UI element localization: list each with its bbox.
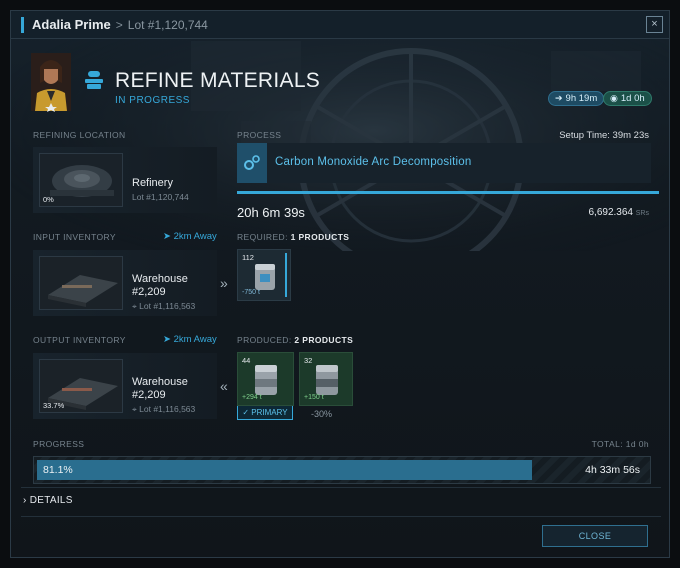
sr-value: 6,692.364 SRs [588, 207, 649, 218]
refinery-name: Refinery [132, 177, 173, 189]
progress-label: PROGRESS [33, 439, 85, 449]
crew-bell-icon: ◉ [610, 93, 618, 103]
produced-item-2-count: 32 [304, 356, 313, 365]
input-inventory-label: INPUT INVENTORY [33, 232, 116, 242]
required-item-indicator [285, 253, 287, 297]
required-label: REQUIRED: 1 PRODUCTS [237, 232, 349, 242]
divider-top [21, 487, 661, 488]
produced-item-1-amount: +294 t [242, 394, 262, 401]
input-warehouse-lot: ⌖ Lot #1,116,563 [132, 301, 195, 312]
details-label: DETAILS [29, 495, 73, 506]
location-arrow-icon: ➤ [163, 334, 174, 345]
crew-avatar [31, 53, 71, 112]
required-count: 1 PRODUCTS [290, 232, 350, 242]
warehouse-image [40, 257, 122, 309]
secondary-output-percent: -30% [311, 409, 333, 419]
output-away: ➤ 2km Away [163, 334, 217, 345]
time-badge-total: ◉ 1d 0h [603, 91, 652, 106]
refinery-card[interactable]: 0% Refinery Lot #1,120,744 [33, 147, 217, 213]
canister-icon [255, 264, 275, 290]
arrow-right-icon: ➔ [555, 93, 563, 103]
badge-remaining-value: 9h 19m [565, 93, 598, 104]
input-warehouse-card[interactable]: Warehouse #2,209 ⌖ Lot #1,116,563 [33, 250, 217, 316]
input-away-text: 2km Away [173, 231, 217, 242]
badge-total-value: 1d 0h [620, 93, 645, 104]
window-titlebar: Adalia Prime > Lot #1,120,744 × [11, 11, 669, 39]
output-thumb-percent: 33.7% [43, 401, 65, 410]
chevron-right-icon: › [23, 495, 30, 506]
refinery-lot: Lot #1,120,744 [132, 192, 189, 202]
process-divider-bar [237, 191, 659, 194]
details-toggle[interactable]: › DETAILS [23, 495, 73, 506]
canister-icon [255, 365, 277, 395]
process-name: Carbon Monoxide Arc Decomposition [275, 156, 472, 168]
page-title: REFINE MATERIALS [115, 69, 321, 92]
crew-role-icon [85, 71, 103, 89]
produced-prefix: PRODUCED: [237, 335, 292, 345]
output-away-text: 2km Away [173, 334, 217, 345]
output-flow-arrow-icon: « [220, 378, 228, 394]
setup-time: Setup Time: 39m 23s [559, 130, 649, 141]
breadcrumb-separator: > [115, 17, 123, 32]
status-text: IN PROGRESS [115, 95, 190, 106]
window-close-button[interactable]: × [646, 16, 663, 33]
output-lot-text: Lot #1,116,563 [139, 404, 196, 414]
refine-dialog: Adalia Prime > Lot #1,120,744 × REFINE M… [10, 10, 670, 558]
location-arrow-icon: ➤ [163, 231, 174, 242]
input-warehouse-name-2: #2,209 [132, 286, 166, 298]
process-timer: 20h 6m 39s [237, 205, 305, 220]
output-warehouse-thumbnail: 33.7% [39, 359, 123, 413]
output-warehouse-card[interactable]: 33.7% Warehouse #2,209 ⌖ Lot #1,116,563 [33, 353, 217, 419]
window-subtitle-lot: Lot #1,120,744 [127, 17, 208, 32]
input-away: ➤ 2km Away [163, 231, 217, 242]
window-title: Adalia Prime [32, 17, 111, 32]
divider-bottom [21, 516, 661, 517]
sr-number: 6,692.364 [588, 207, 633, 218]
refinery-thumb-percent: 0% [43, 195, 54, 204]
required-prefix: REQUIRED: [237, 232, 288, 242]
produced-item-primary[interactable]: 44 +294 t [237, 352, 294, 406]
progress-bar: 81.1% 4h 33m 56s [33, 456, 651, 484]
refinery-thumbnail: 0% [39, 153, 123, 207]
progress-remaining: 4h 33m 56s [585, 464, 640, 476]
sr-unit: SRs [635, 210, 649, 217]
input-flow-arrow-icon: » [220, 275, 228, 291]
output-warehouse-lot: ⌖ Lot #1,116,563 [132, 404, 195, 415]
process-gear-icon [237, 143, 267, 183]
input-warehouse-name-1: Warehouse [132, 273, 188, 285]
process-selector[interactable]: Carbon Monoxide Arc Decomposition [237, 143, 651, 183]
progress-total: TOTAL: 1d 0h [591, 439, 649, 449]
produced-item-1-count: 44 [242, 356, 251, 365]
refining-location-label: REFINING LOCATION [33, 130, 126, 140]
input-warehouse-thumbnail [39, 256, 123, 310]
produced-item-2-amount: +150 t [304, 394, 324, 401]
process-label: PROCESS [237, 130, 282, 140]
progress-percent: 81.1% [43, 464, 73, 476]
required-item-tile[interactable]: 112 -750 t [237, 249, 291, 301]
title-accent-bar [21, 16, 24, 33]
produced-count: 2 PRODUCTS [294, 335, 354, 345]
progress-bar-fill [37, 460, 532, 480]
required-item-amount: -750 t [242, 289, 260, 296]
time-badge-remaining: ➔ 9h 19m [548, 91, 605, 106]
input-lot-text: Lot #1,116,563 [139, 301, 196, 311]
close-button[interactable]: CLOSE [542, 525, 648, 547]
primary-tag: ✓ PRIMARY [237, 406, 293, 420]
output-warehouse-name-2: #2,209 [132, 389, 166, 401]
output-warehouse-name-1: Warehouse [132, 376, 188, 388]
canister-icon [316, 365, 338, 395]
produced-item-secondary[interactable]: 32 +150 t [299, 352, 353, 406]
produced-label: PRODUCED: 2 PRODUCTS [237, 335, 353, 345]
output-inventory-label: OUTPUT INVENTORY [33, 335, 126, 345]
